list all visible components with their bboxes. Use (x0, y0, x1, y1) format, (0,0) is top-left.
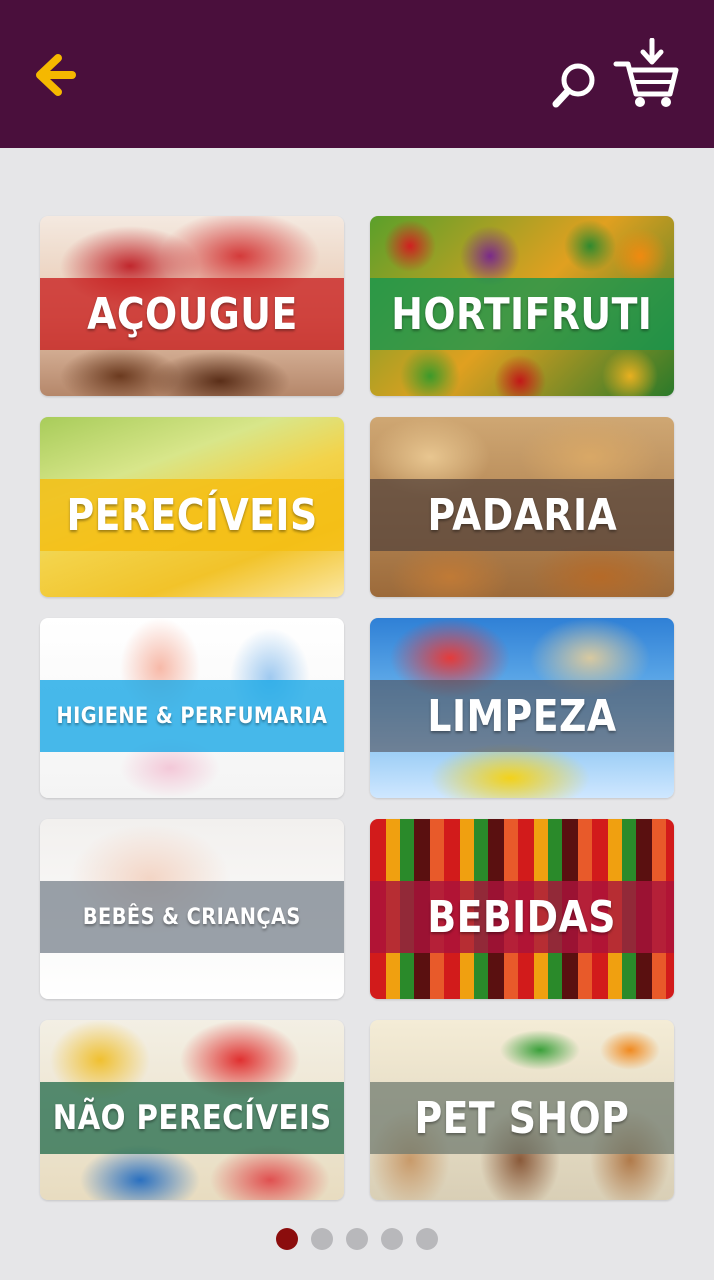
category-band: PERECÍVEIS (40, 479, 344, 551)
category-label: BEBÊS & CRIANÇAS (83, 904, 301, 930)
category-tile-limpeza[interactable]: LIMPEZA (370, 618, 674, 798)
category-tile-padaria[interactable]: PADARIA (370, 417, 674, 597)
category-band: LIMPEZA (370, 680, 674, 752)
category-band: PADARIA (370, 479, 674, 551)
category-label: BEBIDAS (427, 891, 617, 943)
category-label: LIMPEZA (427, 690, 617, 742)
category-band: PET SHOP (370, 1082, 674, 1154)
category-band: BEBÊS & CRIANÇAS (40, 881, 344, 953)
page-dot-3[interactable] (346, 1228, 368, 1250)
category-tile-nao-pereciveis[interactable]: NÃO PERECÍVEIS (40, 1020, 344, 1200)
category-tile-hortifruti[interactable]: HORTIFRUTI (370, 216, 674, 396)
category-label: PADARIA (427, 489, 617, 541)
category-label: PET SHOP (414, 1092, 630, 1144)
page-dot-1[interactable] (276, 1228, 298, 1250)
category-label: NÃO PERECÍVEIS (52, 1098, 332, 1138)
category-tile-pereciveis[interactable]: PERECÍVEIS (40, 417, 344, 597)
category-grid: AÇOUGUE HORTIFRUTI PERECÍVEIS PADARIA HI… (0, 0, 714, 1280)
category-label: HORTIFRUTI (391, 288, 653, 340)
category-band: BEBIDAS (370, 881, 674, 953)
category-band: HORTIFRUTI (370, 278, 674, 350)
category-label: PERECÍVEIS (66, 489, 318, 541)
category-label: HIGIENE & PERFUMARIA (56, 703, 328, 729)
category-tile-pet-shop[interactable]: PET SHOP (370, 1020, 674, 1200)
category-tile-bebidas[interactable]: BEBIDAS (370, 819, 674, 999)
category-band: HIGIENE & PERFUMARIA (40, 680, 344, 752)
page-dot-2[interactable] (311, 1228, 333, 1250)
page-indicator (0, 1228, 714, 1250)
category-tile-acougue[interactable]: AÇOUGUE (40, 216, 344, 396)
category-band: NÃO PERECÍVEIS (40, 1082, 344, 1154)
category-tile-bebes-criancas[interactable]: BEBÊS & CRIANÇAS (40, 819, 344, 999)
category-tile-higiene-perfumaria[interactable]: HIGIENE & PERFUMARIA (40, 618, 344, 798)
page-dot-4[interactable] (381, 1228, 403, 1250)
category-label: AÇOUGUE (86, 288, 298, 340)
category-band: AÇOUGUE (40, 278, 344, 350)
page-dot-5[interactable] (416, 1228, 438, 1250)
